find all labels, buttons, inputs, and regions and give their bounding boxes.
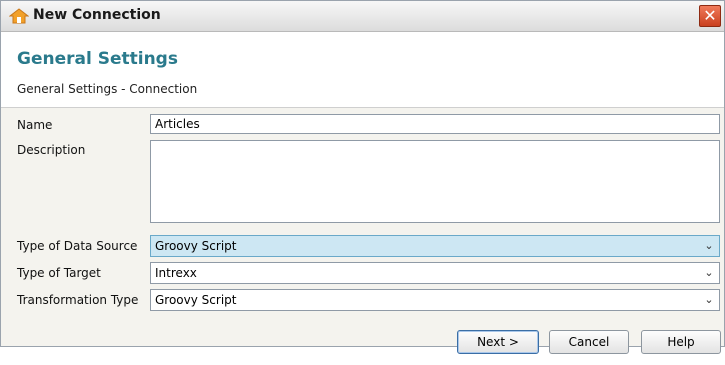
- page-title: General Settings: [17, 49, 178, 69]
- close-icon: ✕: [703, 6, 717, 25]
- data-source-select[interactable]: Groovy Script ⌄: [150, 235, 720, 257]
- data-source-label: Type of Data Source: [17, 239, 138, 253]
- name-field[interactable]: Articles: [150, 114, 720, 134]
- chevron-down-icon[interactable]: ⌄: [699, 263, 719, 283]
- description-field[interactable]: [150, 140, 720, 223]
- cancel-button[interactable]: Cancel: [549, 330, 629, 354]
- data-source-value: Groovy Script: [155, 239, 237, 253]
- wizard-header: General Settings General Settings - Conn…: [1, 32, 724, 108]
- home-icon: [9, 8, 29, 24]
- transformation-value: Groovy Script: [155, 293, 237, 307]
- name-label: Name: [17, 118, 53, 132]
- help-button[interactable]: Help: [641, 330, 721, 354]
- target-label: Type of Target: [17, 266, 101, 280]
- page-subtitle: General Settings - Connection: [17, 82, 198, 96]
- close-button[interactable]: ✕: [699, 5, 721, 27]
- chevron-down-icon[interactable]: ⌄: [699, 290, 719, 310]
- transformation-label: Transformation Type: [17, 293, 139, 307]
- transformation-select[interactable]: Groovy Script ⌄: [150, 289, 720, 311]
- window-title: New Connection: [33, 7, 161, 23]
- description-label: Description: [17, 143, 86, 157]
- target-select[interactable]: Intrexx ⌄: [150, 262, 720, 284]
- title-bar[interactable]: New Connection ✕: [1, 1, 724, 32]
- next-button[interactable]: Next >: [457, 330, 539, 354]
- chevron-down-icon[interactable]: ⌄: [699, 236, 719, 256]
- target-value: Intrexx: [155, 266, 197, 280]
- new-connection-dialog: New Connection ✕ General Settings Genera…: [0, 0, 725, 354]
